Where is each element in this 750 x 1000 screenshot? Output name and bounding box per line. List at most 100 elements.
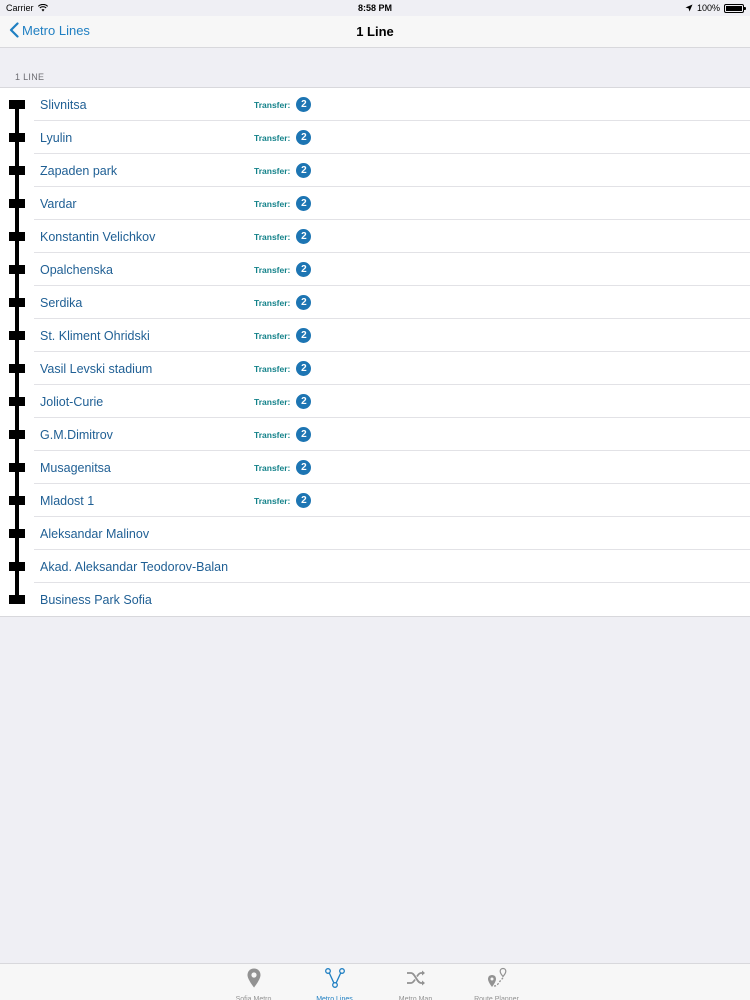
- line-2-badge: 2: [296, 493, 312, 508]
- line-2-badge: 2: [296, 196, 312, 211]
- station-list: Slivnitsa Transfer: 2 Lyulin Transfer: 2 Zapad…: [0, 87, 750, 617]
- station-name: St. Kliment Ohridski: [40, 328, 150, 343]
- line-2-badge: 2: [296, 97, 312, 112]
- station-name: Business Park Sofia: [40, 592, 152, 607]
- transfer-info: Transfer: 2: [254, 196, 312, 211]
- tab-route-planner[interactable]: Route Planner: [456, 964, 537, 1000]
- stop-marker: [9, 298, 25, 307]
- station-name: Slivnitsa: [40, 97, 87, 112]
- station-name: Serdika: [40, 295, 83, 310]
- stop-marker: [9, 595, 25, 604]
- stop-marker: [9, 430, 25, 439]
- station-name: Joliot-Curie: [40, 394, 104, 409]
- transfer-info: Transfer: 2: [254, 427, 312, 442]
- stop-marker: [9, 496, 25, 505]
- stop-marker: [9, 265, 25, 274]
- transfer-info: Transfer: 2: [254, 328, 312, 343]
- station-row[interactable]: St. Kliment Ohridski Transfer: 2: [0, 319, 750, 352]
- transfer-label: Transfer:: [254, 363, 291, 374]
- tab-metro-lines[interactable]: Metro Lines: [294, 964, 375, 1000]
- transfer-label: Transfer:: [254, 495, 291, 506]
- transfer-label: Transfer:: [254, 330, 291, 341]
- route-planner-icon: [486, 967, 508, 994]
- station-row[interactable]: Akad. Aleksandar Teodorov-Balan: [0, 550, 750, 583]
- transfer-info: Transfer: 2: [254, 163, 312, 178]
- station-name: Vasil Levski stadium: [40, 361, 153, 376]
- transfer-label: Transfer:: [254, 165, 291, 176]
- station-row[interactable]: Mladost 1 Transfer: 2: [0, 484, 750, 517]
- wifi-icon: [37, 4, 48, 12]
- station-row[interactable]: Slivnitsa Transfer: 2: [0, 88, 750, 121]
- transfer-info: Transfer: 2: [254, 460, 312, 475]
- station-name: Opalchenska: [40, 262, 113, 277]
- transfer-label: Transfer:: [254, 297, 291, 308]
- station-row[interactable]: Aleksandar Malinov: [0, 517, 750, 550]
- line-2-badge: 2: [296, 427, 312, 442]
- station-row[interactable]: Opalchenska Transfer: 2: [0, 253, 750, 286]
- station-row[interactable]: Zapaden park Transfer: 2: [0, 154, 750, 187]
- station-name: Zapaden park: [40, 163, 118, 178]
- station-row[interactable]: Vardar Transfer: 2: [0, 187, 750, 220]
- line-2-badge: 2: [296, 460, 312, 475]
- tab-label: Metro Map: [398, 996, 433, 1000]
- station-name: Akad. Aleksandar Teodorov-Balan: [40, 559, 229, 574]
- stop-marker: [9, 100, 25, 109]
- station-name: Vardar: [40, 196, 77, 211]
- status-left: Carrier: [6, 3, 48, 13]
- tab-label: Sofia Metro: [235, 996, 272, 1000]
- station-row[interactable]: Musagenitsa Transfer: 2: [0, 451, 750, 484]
- line-2-badge: 2: [296, 361, 312, 376]
- stop-marker: [9, 463, 25, 472]
- station-row[interactable]: G.M.Dimitrov Transfer: 2: [0, 418, 750, 451]
- station-name: Lyulin: [40, 130, 73, 145]
- status-right: 100%: [685, 3, 746, 13]
- transfer-info: Transfer: 2: [254, 493, 312, 508]
- stop-marker: [9, 133, 25, 142]
- status-time: 8:58 PM: [357, 3, 392, 13]
- stop-marker: [9, 199, 25, 208]
- tab-sofia-metro[interactable]: Sofia Metro: [213, 964, 294, 1000]
- line-2-badge: 2: [296, 163, 312, 178]
- station-row[interactable]: Konstantin Velichkov Transfer: 2: [0, 220, 750, 253]
- station-row[interactable]: Joliot-Curie Transfer: 2: [0, 385, 750, 418]
- transfer-label: Transfer:: [254, 198, 291, 209]
- line-2-badge: 2: [296, 130, 312, 145]
- tab-label: Metro Lines: [316, 996, 353, 1000]
- station-name: Konstantin Velichkov: [40, 229, 156, 244]
- line-2-badge: 2: [296, 295, 312, 310]
- tab-metro-map[interactable]: Metro Map: [375, 964, 456, 1000]
- station-name: Mladost 1: [40, 493, 95, 508]
- station-row[interactable]: Business Park Sofia: [0, 583, 750, 616]
- line-2-badge: 2: [296, 328, 312, 343]
- navigation-bar: Metro Lines 1 Line: [0, 16, 750, 48]
- transfer-info: Transfer: 2: [254, 130, 312, 145]
- tab-label: Route Planner: [474, 996, 519, 1000]
- carrier-label: Carrier: [6, 3, 34, 13]
- transfer-info: Transfer: 2: [254, 229, 312, 244]
- battery-icon: [724, 3, 746, 13]
- stop-marker: [9, 562, 25, 571]
- stop-marker: [9, 397, 25, 406]
- tab-bar: Sofia Metro Metro Lines Metro Map Route Pla…: [0, 963, 750, 1000]
- shuffle-icon: [405, 967, 427, 994]
- transfer-label: Transfer:: [254, 231, 291, 242]
- station-row[interactable]: Lyulin Transfer: 2: [0, 121, 750, 154]
- metro-lines-icon: [324, 967, 346, 994]
- stop-marker: [9, 529, 25, 538]
- line-2-badge: 2: [296, 229, 312, 244]
- station-row[interactable]: Vasil Levski stadium Transfer: 2: [0, 352, 750, 385]
- stop-marker: [9, 331, 25, 340]
- map-pin-icon: [243, 967, 265, 994]
- location-arrow-icon: [685, 4, 693, 12]
- stop-marker: [9, 166, 25, 175]
- transfer-label: Transfer:: [254, 132, 291, 143]
- transfer-label: Transfer:: [254, 429, 291, 440]
- transfer-info: Transfer: 2: [254, 361, 312, 376]
- status-bar: Carrier 8:58 PM 100%: [0, 0, 750, 16]
- transfer-info: Transfer: 2: [254, 295, 312, 310]
- transfer-label: Transfer:: [254, 264, 291, 275]
- transfer-label: Transfer:: [254, 99, 291, 110]
- transfer-info: Transfer: 2: [254, 262, 312, 277]
- line-2-badge: 2: [296, 394, 312, 409]
- station-row[interactable]: Serdika Transfer: 2: [0, 286, 750, 319]
